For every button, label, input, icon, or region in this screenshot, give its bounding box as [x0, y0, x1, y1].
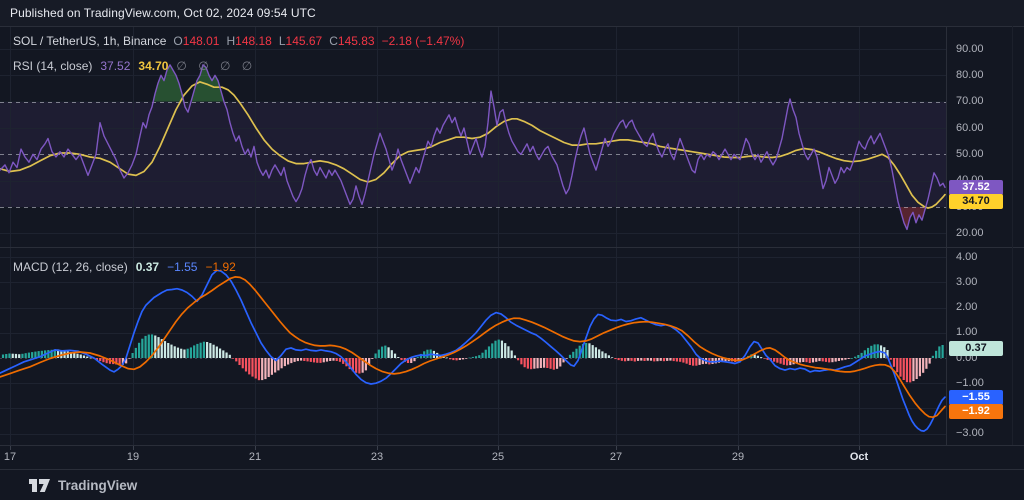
ohlc-values: O148.01 H148.18 L145.67 C145.83 — [173, 34, 374, 48]
ohlc-o: O148.01 — [173, 34, 219, 48]
rsi-legend: RSI (14, close) 37.52 34.70 ∅ ∅ ∅ ∅ — [13, 59, 256, 73]
ohlc-c: C145.83 — [329, 34, 374, 48]
macd-legend-title: MACD (12, 26, close) — [13, 260, 128, 274]
rsi-legend-title: RSI (14, close) — [13, 59, 92, 73]
pane-borders — [0, 26, 1024, 470]
page: { "header": { "published": "Published on… — [0, 0, 1024, 500]
rsi-value: 37.52 — [100, 59, 130, 73]
tradingview-brand-text: TradingView — [58, 478, 137, 493]
grid-lines — [0, 26, 946, 445]
ohlc-h: H148.18 — [226, 34, 271, 48]
time-scale[interactable] — [0, 445, 946, 469]
tradingview-logo-icon — [28, 478, 51, 493]
rsi-empty-markers: ∅ ∅ ∅ ∅ — [176, 59, 256, 73]
macd-hist-value: 0.37 — [136, 260, 159, 274]
rsi-ma-value: 34.70 — [138, 59, 168, 73]
ohlc-l: L145.67 — [279, 34, 322, 48]
macd-signal-value: −1.92 — [205, 260, 235, 274]
chart-canvas[interactable] — [0, 0, 1024, 500]
change-value: −2.18 (−1.47%) — [382, 34, 465, 48]
macd-line-value: −1.55 — [167, 260, 197, 274]
price-scale[interactable] — [946, 26, 1024, 445]
tradingview-logo-link[interactable]: TradingView — [28, 478, 137, 493]
footer-bar: TradingView — [0, 470, 1024, 500]
symbol-title: SOL / TetherUS, 1h, Binance — [13, 34, 166, 48]
macd-legend: MACD (12, 26, close) 0.37 −1.55 −1.92 — [13, 260, 236, 274]
symbol-legend: SOL / TetherUS, 1h, Binance O148.01 H148.… — [13, 28, 464, 54]
